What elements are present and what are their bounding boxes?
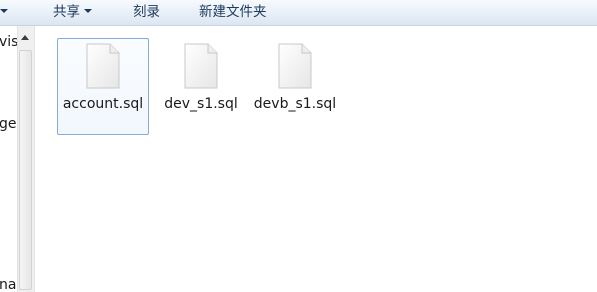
file-name: devb_s1.sql	[253, 96, 337, 112]
explorer-window: 共享 刻录 新建文件夹 vis ge na account.sql dev_s1…	[0, 0, 597, 292]
new-folder-button[interactable]: 新建文件夹	[199, 3, 267, 21]
file-list-area[interactable]: account.sql dev_s1.sql devb_s1.sql	[35, 27, 597, 292]
nav-item[interactable]: vis	[0, 34, 17, 50]
file-item-devb-s1-sql[interactable]: devb_s1.sql	[249, 38, 341, 135]
share-menu-button[interactable]: 共享	[53, 3, 92, 21]
scroll-up-arrow-icon[interactable]	[21, 35, 29, 40]
file-item-account-sql[interactable]: account.sql	[57, 38, 149, 135]
file-name: dev_s1.sql	[164, 96, 238, 112]
file-item-dev-s1-sql[interactable]: dev_s1.sql	[155, 38, 247, 135]
command-toolbar: 共享 刻录 新建文件夹	[0, 0, 597, 26]
nav-item[interactable]: na	[0, 277, 16, 292]
sql-file-icon	[184, 43, 218, 89]
navigation-pane: vis ge na	[0, 26, 17, 292]
chevron-down-icon	[0, 9, 8, 13]
scrollbar-thumb[interactable]	[19, 50, 32, 290]
chevron-down-icon	[84, 9, 92, 13]
sql-file-icon	[86, 43, 120, 89]
sql-file-icon	[278, 43, 312, 89]
share-label: 共享	[53, 4, 80, 20]
organize-menu-button[interactable]	[0, 3, 10, 21]
burn-button[interactable]: 刻录	[133, 3, 160, 21]
nav-pane-scrollbar[interactable]	[17, 26, 34, 292]
nav-item[interactable]: ge	[0, 116, 17, 132]
file-name: account.sql	[62, 96, 144, 112]
